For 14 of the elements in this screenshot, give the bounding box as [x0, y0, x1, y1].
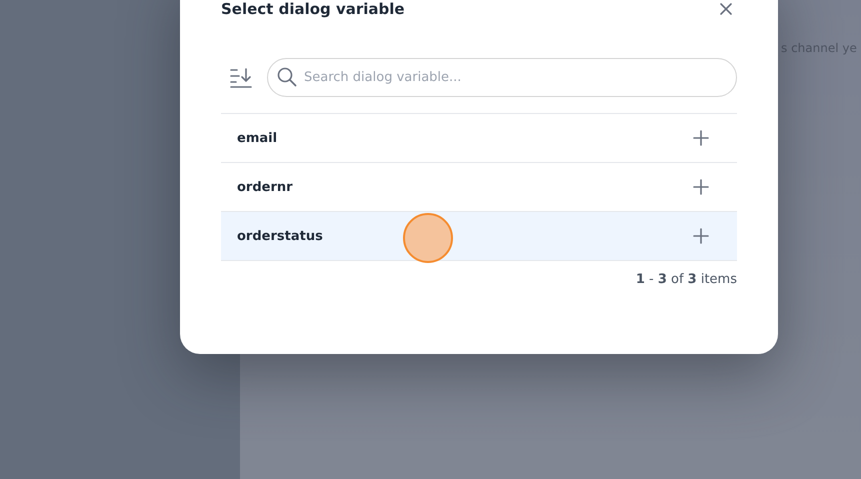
plus-icon[interactable]	[693, 130, 709, 146]
variable-row[interactable]: orderstatus	[221, 212, 737, 261]
pagination-text: 1 - 3 of 3 items	[636, 272, 737, 287]
variable-name: email	[237, 130, 278, 146]
search-field[interactable]: Search dialog variable...	[267, 58, 737, 97]
variable-name: orderstatus	[237, 228, 323, 244]
plus-icon[interactable]	[693, 228, 709, 244]
dialog-title: Select dialog variable	[221, 0, 405, 18]
search-icon	[277, 67, 297, 87]
close-icon[interactable]	[719, 2, 733, 16]
variable-name: ordernr	[237, 180, 293, 194]
plus-icon[interactable]	[693, 179, 709, 195]
variable-row[interactable]: email	[221, 114, 737, 163]
sort-icon[interactable]	[230, 66, 252, 88]
